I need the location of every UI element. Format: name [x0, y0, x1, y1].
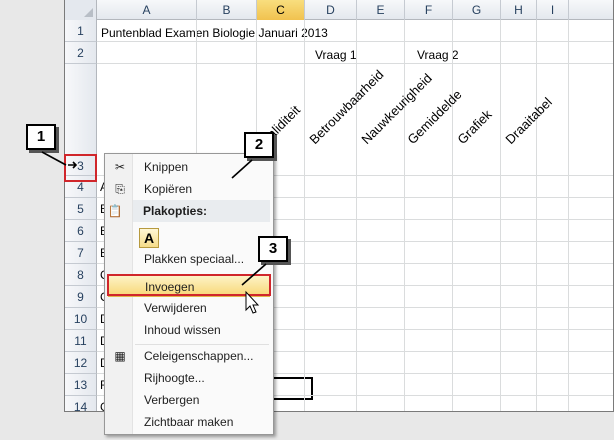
row-header-5[interactable]: 5 [65, 198, 97, 220]
menu-label-hide: Verbergen [144, 393, 200, 407]
rotated-header-cell[interactable]: Draaitabel [502, 94, 555, 147]
grid-line [356, 20, 357, 411]
row-header-7[interactable]: 7 [65, 242, 97, 264]
grid-line [404, 20, 405, 411]
callout-1: 1 [26, 124, 56, 150]
row-header-1[interactable]: 1 [65, 20, 97, 42]
menu-item-hide[interactable]: Verbergen [108, 389, 270, 411]
column-header-d[interactable]: D [305, 0, 357, 20]
column-header-c[interactable]: C [257, 0, 305, 20]
menu-item-paste-special[interactable]: Plakken speciaal... [108, 248, 270, 270]
menu-label-delete: Verwijderen [144, 301, 207, 315]
column-header-i[interactable]: I [537, 0, 569, 20]
menu-paste-options-header: 📋 Plakopties: [108, 200, 270, 222]
menu-label-paste-special: Plakken speciaal... [144, 252, 245, 266]
row-header-13[interactable]: 13 [65, 374, 97, 396]
grid-line [452, 20, 453, 411]
select-all-corner[interactable] [65, 0, 97, 20]
copy-icon: ⎘ [115, 182, 125, 196]
menu-item-copy[interactable]: ⎘ Kopiëren [108, 178, 270, 200]
menu-label-format-cells: Celeigenschappen... [144, 349, 254, 363]
column-header-f[interactable]: F [405, 0, 453, 20]
row-header-11[interactable]: 11 [65, 330, 97, 352]
column-header-e[interactable]: E [357, 0, 405, 20]
column-header-a[interactable]: A [97, 0, 197, 20]
menu-item-delete[interactable]: Verwijderen [108, 297, 270, 319]
menu-label-clear: Inhoud wissen [144, 323, 221, 337]
grid-line [500, 20, 501, 411]
insert-highlight-box [107, 274, 271, 296]
column-headers: ABCDEFGHI [65, 0, 613, 20]
row-header-8[interactable]: 8 [65, 264, 97, 286]
menu-label-unhide: Zichtbaar maken [144, 415, 234, 429]
grid-line [304, 20, 305, 411]
grid-line [97, 41, 613, 42]
cell-a1[interactable]: Puntenblad Examen Biologie Januari 2013 [101, 26, 328, 40]
paste-values-icon[interactable]: A [139, 228, 159, 248]
callout-3: 3 [258, 236, 288, 262]
row-header-6[interactable]: 6 [65, 220, 97, 242]
menu-item-format-cells[interactable]: ▦ Celeigenschappen... [108, 345, 270, 367]
clipboard-icon: 📋 [107, 204, 123, 218]
grid-line [97, 63, 613, 64]
column-header-b[interactable]: B [197, 0, 257, 20]
cell-selection [270, 377, 313, 400]
grid-line [568, 20, 569, 411]
menu-label-paste-options: Plakopties: [143, 204, 208, 218]
menu-item-row-height[interactable]: Rijhoogte... [108, 367, 270, 389]
grid-line [536, 20, 537, 411]
row-header-14[interactable]: 14 [65, 396, 97, 411]
menu-label-copy: Kopiëren [144, 182, 193, 196]
format-cells-icon: ▦ [114, 349, 126, 363]
pointer-line-1 [41, 151, 67, 166]
menu-label-cut: Knippen [144, 160, 189, 174]
row-header-10[interactable]: 10 [65, 308, 97, 330]
callout-2: 2 [244, 132, 274, 158]
column-header-h[interactable]: H [501, 0, 537, 20]
rotated-header-cell[interactable]: Grafiek [454, 107, 494, 147]
menu-item-unhide[interactable]: Zichtbaar maken [108, 411, 270, 433]
cell-d2[interactable]: Vraag 1 [315, 48, 357, 62]
row-4-highlight-box [64, 154, 97, 182]
menu-item-cut[interactable]: ✂ Knippen [108, 156, 270, 178]
row-header-12[interactable]: 12 [65, 352, 97, 374]
menu-item-clear[interactable]: Inhoud wissen [108, 319, 270, 341]
row-header-9[interactable]: 9 [65, 286, 97, 308]
menu-label-row-height: Rijhoogte... [144, 371, 205, 385]
column-header-g[interactable]: G [453, 0, 501, 20]
scissors-icon: ✂ [114, 160, 126, 174]
row-header-2[interactable]: 2 [65, 42, 97, 64]
